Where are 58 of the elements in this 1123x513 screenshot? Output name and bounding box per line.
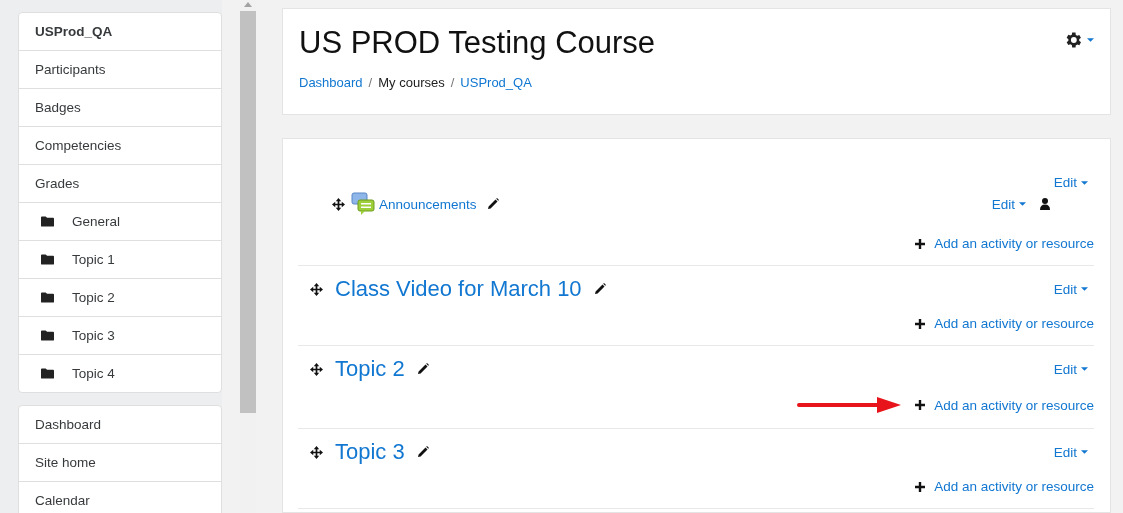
add-activity-link[interactable]: Add an activity or resource [934,479,1094,494]
section-title[interactable]: Class Video for March 10 [335,276,582,302]
nav-item[interactable]: Dashboard [35,417,102,432]
course-title: US PROD Testing Course [299,25,656,61]
nav-item[interactable]: Topic 3 [72,328,115,343]
nav-item[interactable]: Topic 1 [72,252,115,267]
breadcrumb-link[interactable]: Dashboard [299,75,363,90]
caret-icon [1087,38,1094,42]
add-activity-link[interactable]: Add an activity or resource [934,316,1094,331]
nav-item[interactable]: General [72,214,121,229]
caret-icon [1019,202,1026,206]
nav-item[interactable]: Topic 4 [72,366,115,381]
edit-menu[interactable]: Edit [1053,175,1094,190]
section-title[interactable]: Topic 2 [335,356,405,382]
activity-link[interactable]: Announcements [379,196,477,212]
nav-item[interactable]: Topic 2 [72,290,115,305]
plus-icon [915,481,926,492]
add-activity-link[interactable]: Add an activity or resource [934,397,1094,413]
caret-icon [1081,180,1088,185]
pencil-icon[interactable] [486,198,499,210]
plus-icon [915,400,926,410]
breadcrumb-separator: / [450,75,455,90]
caret-icon [1081,450,1088,454]
move-icon[interactable] [332,197,345,211]
move-icon[interactable] [310,282,323,296]
folder-icon [41,368,54,379]
folder-icon [41,216,54,227]
edit-menu[interactable]: Edit [991,196,1032,212]
pencil-icon[interactable] [416,363,429,375]
move-icon[interactable] [310,362,323,376]
caret-icon [1081,367,1088,371]
section-title[interactable]: Topic 3 [335,439,405,465]
move-icon[interactable] [310,445,323,459]
nav-item[interactable]: Badges [35,100,81,115]
pencil-icon[interactable] [416,446,429,458]
scrollbar-thumb[interactable] [240,11,256,413]
breadcrumb-link[interactable]: USProd_QA [460,75,532,90]
person-icon[interactable] [1040,198,1050,210]
nav-item[interactable]: USProd_QA [35,24,113,39]
nav-item[interactable]: Grades [35,176,80,191]
forum-icon [351,192,375,216]
breadcrumb-separator: / [368,75,373,90]
nav-item[interactable]: Calendar [35,493,90,508]
caret-icon [1081,287,1088,291]
current-page-label: My courses [378,75,445,90]
nav-item[interactable]: Site home [35,455,96,470]
edit-menu[interactable]: Edit [1053,281,1094,297]
pencil-icon[interactable] [593,283,606,295]
edit-menu[interactable]: Edit [1053,444,1094,460]
edit-menu[interactable]: Edit [1053,361,1094,377]
folder-icon [41,292,54,303]
folder-icon [41,254,54,265]
plus-icon [915,238,926,249]
nav-item[interactable]: Competencies [35,138,122,153]
plus-icon [915,318,926,329]
nav-item[interactable]: Participants [35,62,106,77]
folder-icon [41,330,54,341]
add-activity-link[interactable]: Add an activity or resource [934,236,1094,251]
